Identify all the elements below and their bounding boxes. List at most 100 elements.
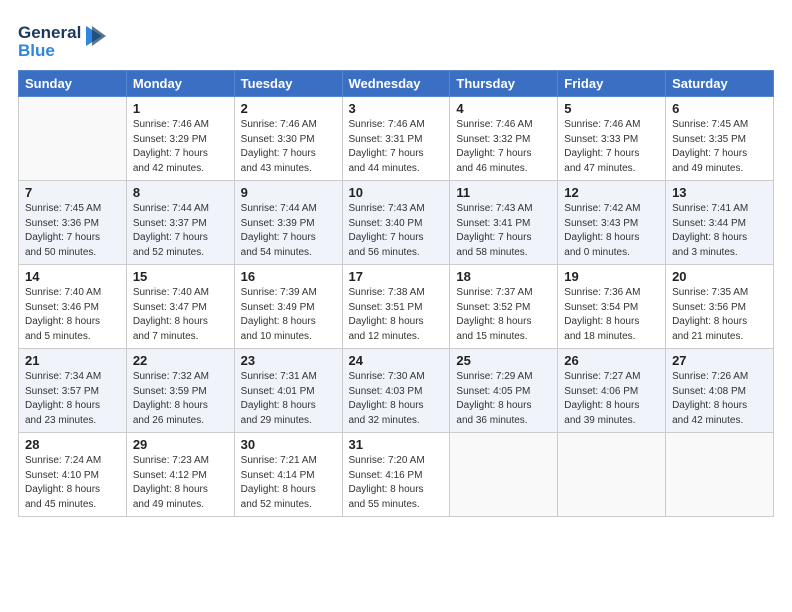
day-detail: Sunrise: 7:44 AMSunset: 3:39 PMDaylight:…: [241, 202, 336, 260]
calendar-cell: 31 Sunrise: 7:20 AMSunset: 4:16 PMDayligh…: [342, 433, 450, 517]
day-detail: Sunrise: 7:46 AMSunset: 3:31 PMDaylight:…: [349, 118, 444, 176]
calendar-cell: 6Sunrise: 7:45 AMSunset: 3:35 PMDaylight…: [666, 97, 774, 181]
day-detail: Sunrise: 7:21 AMSunset: 4:14 PMDaylight:…: [241, 454, 336, 512]
day-detail: Sunrise: 7:45 AMSunset: 3:36 PMDaylight:…: [25, 202, 120, 260]
day-number: 27: [672, 353, 767, 368]
day-number: 6: [672, 101, 767, 116]
day-number: 11: [456, 185, 551, 200]
day-detail: Sunrise: 7:30 AMSunset: 4:03 PMDaylight:…: [349, 370, 444, 428]
day-number: 25: [456, 353, 551, 368]
svg-text:General: General: [18, 23, 81, 42]
weekday-header-wednesday: Wednesday: [342, 71, 450, 97]
calendar-cell: 14 Sunrise: 7:40 AMSunset: 3:46 PMDayligh…: [19, 265, 127, 349]
day-detail: Sunrise: 7:26 AMSunset: 4:08 PMDaylight:…: [672, 370, 767, 428]
day-detail: Sunrise: 7:46 AMSunset: 3:30 PMDaylight:…: [241, 118, 336, 176]
weekday-header-saturday: Saturday: [666, 71, 774, 97]
logo: General Blue: [18, 18, 108, 60]
day-number: 28: [25, 437, 120, 452]
calendar-cell: 27 Sunrise: 7:26 AMSunset: 4:08 PMDayligh…: [666, 349, 774, 433]
day-detail: Sunrise: 7:36 AMSunset: 3:54 PMDaylight:…: [564, 286, 659, 344]
day-number: 29: [133, 437, 228, 452]
weekday-header-tuesday: Tuesday: [234, 71, 342, 97]
header: General Blue: [18, 18, 774, 60]
page: General Blue SundayMondayTuesdayWednesda…: [0, 0, 792, 612]
calendar-week-1: 1 Sunrise: 7:46 AMSunset: 3:29 PMDaylight…: [19, 97, 774, 181]
calendar-week-4: 21 Sunrise: 7:34 AMSunset: 3:57 PMDayligh…: [19, 349, 774, 433]
calendar-cell: 2 Sunrise: 7:46 AMSunset: 3:30 PMDaylight…: [234, 97, 342, 181]
calendar-cell: 5 Sunrise: 7:46 AMSunset: 3:33 PMDaylight…: [558, 97, 666, 181]
day-number: 13: [672, 185, 767, 200]
calendar-cell: 20Sunrise: 7:35 AMSunset: 3:56 PMDayligh…: [666, 265, 774, 349]
day-number: 31: [349, 437, 444, 452]
calendar-cell: 1 Sunrise: 7:46 AMSunset: 3:29 PMDaylight…: [126, 97, 234, 181]
calendar-cell: 28 Sunrise: 7:24 AMSunset: 4:10 PMDayligh…: [19, 433, 127, 517]
day-number: 19: [564, 269, 659, 284]
day-number: 1: [133, 101, 228, 116]
svg-text:Blue: Blue: [18, 41, 55, 60]
calendar-cell: [666, 433, 774, 517]
day-detail: Sunrise: 7:42 AMSunset: 3:43 PMDaylight:…: [564, 202, 659, 260]
day-number: 18: [456, 269, 551, 284]
day-number: 2: [241, 101, 336, 116]
calendar-cell: 9 Sunrise: 7:44 AMSunset: 3:39 PMDaylight…: [234, 181, 342, 265]
day-number: 15: [133, 269, 228, 284]
day-number: 26: [564, 353, 659, 368]
calendar-cell: 30 Sunrise: 7:21 AMSunset: 4:14 PMDayligh…: [234, 433, 342, 517]
calendar-cell: 12 Sunrise: 7:42 AMSunset: 3:43 PMDayligh…: [558, 181, 666, 265]
day-number: 14: [25, 269, 120, 284]
calendar-cell: 11 Sunrise: 7:43 AMSunset: 3:41 PMDayligh…: [450, 181, 558, 265]
day-detail: Sunrise: 7:29 AMSunset: 4:05 PMDaylight:…: [456, 370, 551, 428]
day-detail: Sunrise: 7:34 AMSunset: 3:57 PMDaylight:…: [25, 370, 120, 428]
calendar-cell: 26Sunrise: 7:27 AMSunset: 4:06 PMDayligh…: [558, 349, 666, 433]
day-detail: Sunrise: 7:46 AMSunset: 3:33 PMDaylight:…: [564, 118, 659, 176]
calendar-cell: 13 Sunrise: 7:41 AMSunset: 3:44 PMDayligh…: [666, 181, 774, 265]
day-number: 8: [133, 185, 228, 200]
calendar-table: SundayMondayTuesdayWednesdayThursdayFrid…: [18, 70, 774, 517]
day-detail: Sunrise: 7:44 AMSunset: 3:37 PMDaylight:…: [133, 202, 228, 260]
day-number: 30: [241, 437, 336, 452]
calendar-cell: 17Sunrise: 7:38 AMSunset: 3:51 PMDayligh…: [342, 265, 450, 349]
calendar-cell: 21 Sunrise: 7:34 AMSunset: 3:57 PMDayligh…: [19, 349, 127, 433]
day-number: 16: [241, 269, 336, 284]
calendar-week-5: 28 Sunrise: 7:24 AMSunset: 4:10 PMDayligh…: [19, 433, 774, 517]
calendar-cell: 10 Sunrise: 7:43 AMSunset: 3:40 PMDayligh…: [342, 181, 450, 265]
calendar-cell: 24 Sunrise: 7:30 AMSunset: 4:03 PMDayligh…: [342, 349, 450, 433]
calendar-cell: 25 Sunrise: 7:29 AMSunset: 4:05 PMDayligh…: [450, 349, 558, 433]
day-number: 10: [349, 185, 444, 200]
calendar-cell: 23Sunrise: 7:31 AMSunset: 4:01 PMDayligh…: [234, 349, 342, 433]
day-number: 5: [564, 101, 659, 116]
day-detail: Sunrise: 7:23 AMSunset: 4:12 PMDaylight:…: [133, 454, 228, 512]
calendar-header-row: SundayMondayTuesdayWednesdayThursdayFrid…: [19, 71, 774, 97]
day-detail: Sunrise: 7:43 AMSunset: 3:40 PMDaylight:…: [349, 202, 444, 260]
weekday-header-thursday: Thursday: [450, 71, 558, 97]
day-detail: Sunrise: 7:40 AMSunset: 3:46 PMDaylight:…: [25, 286, 120, 344]
day-number: 4: [456, 101, 551, 116]
day-detail: Sunrise: 7:39 AMSunset: 3:49 PMDaylight:…: [241, 286, 336, 344]
day-detail: Sunrise: 7:24 AMSunset: 4:10 PMDaylight:…: [25, 454, 120, 512]
calendar-cell: 15Sunrise: 7:40 AMSunset: 3:47 PMDayligh…: [126, 265, 234, 349]
calendar-cell: 4 Sunrise: 7:46 AMSunset: 3:32 PMDaylight…: [450, 97, 558, 181]
day-number: 12: [564, 185, 659, 200]
day-detail: Sunrise: 7:46 AMSunset: 3:29 PMDaylight:…: [133, 118, 228, 176]
day-number: 20: [672, 269, 767, 284]
day-number: 24: [349, 353, 444, 368]
calendar-cell: 16 Sunrise: 7:39 AMSunset: 3:49 PMDayligh…: [234, 265, 342, 349]
day-detail: Sunrise: 7:43 AMSunset: 3:41 PMDaylight:…: [456, 202, 551, 260]
calendar-week-3: 14 Sunrise: 7:40 AMSunset: 3:46 PMDayligh…: [19, 265, 774, 349]
calendar-cell: 18Sunrise: 7:37 AMSunset: 3:52 PMDayligh…: [450, 265, 558, 349]
day-detail: Sunrise: 7:20 AMSunset: 4:16 PMDaylight:…: [349, 454, 444, 512]
weekday-header-sunday: Sunday: [19, 71, 127, 97]
day-number: 9: [241, 185, 336, 200]
calendar-cell: [558, 433, 666, 517]
day-number: 23: [241, 353, 336, 368]
calendar-cell: 7Sunrise: 7:45 AMSunset: 3:36 PMDaylight…: [19, 181, 127, 265]
logo-svg: General Blue: [18, 18, 108, 60]
weekday-header-monday: Monday: [126, 71, 234, 97]
day-detail: Sunrise: 7:46 AMSunset: 3:32 PMDaylight:…: [456, 118, 551, 176]
calendar-cell: 29 Sunrise: 7:23 AMSunset: 4:12 PMDayligh…: [126, 433, 234, 517]
weekday-header-friday: Friday: [558, 71, 666, 97]
day-detail: Sunrise: 7:41 AMSunset: 3:44 PMDaylight:…: [672, 202, 767, 260]
day-number: 22: [133, 353, 228, 368]
calendar-cell: 19 Sunrise: 7:36 AMSunset: 3:54 PMDayligh…: [558, 265, 666, 349]
day-number: 21: [25, 353, 120, 368]
